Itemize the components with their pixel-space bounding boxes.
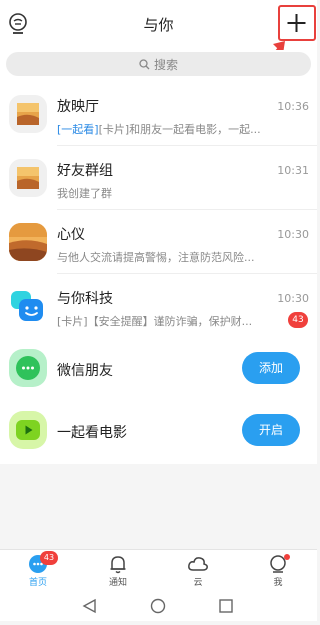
preview-tag: [一起看] [57,123,99,136]
recommendation-name: 微信朋友 [57,363,113,379]
conversation-preview: 我创建了群 [57,187,112,200]
preview-text: [卡片]和朋友一起看电影，一起... [98,123,261,136]
conversation-thumbnail [9,95,47,133]
tab-label: 通知 [108,578,127,588]
bell-icon [110,556,126,574]
conversation-name: 与你科技 [57,291,113,307]
conversation-row[interactable]: 与你科技 [卡片]【安全提醒】谨防诈骗，保护财... 10:30 43 [0,274,317,338]
unread-badge: 43 [288,312,308,328]
plus-icon [287,14,306,32]
page-title: 与你 [143,16,174,34]
conversation-time: 10:30 [277,292,309,305]
conversation-time: 10:30 [277,228,309,241]
conversation-preview: [一起看][卡片]和朋友一起看电影，一起... [57,121,282,137]
wechat-icon [9,349,47,387]
tab-notifications[interactable]: 通知 [93,553,143,588]
recommendation-name: 一起看电影 [57,425,127,441]
conversation-time: 10:31 [277,164,309,177]
tab-home[interactable]: 首页 43 [13,551,63,588]
tab-label: 云 [193,578,203,588]
top-bar: 与你 [0,0,317,104]
system-nav-bar [0,591,317,621]
conversation-thumbnail [9,159,47,197]
bottom-tab-bar: 首页 43 通知 云 我 [0,549,317,592]
notification-dot [284,554,290,560]
play-icon [9,411,47,449]
conversation-preview: [卡片]【安全提醒】谨防诈骗，保护财... [57,315,253,328]
conversation-list: 放映厅 [一起看][卡片]和朋友一起看电影，一起... 10:36 好友群组 我… [0,82,317,464]
app-logo-icon [9,287,47,325]
search-placeholder: 搜索 [153,57,178,72]
tab-label: 首页 [28,578,47,588]
cloud-icon [188,557,208,571]
conversation-avatar [9,223,47,261]
tab-badge: 43 [40,551,58,565]
conversation-name: 放映厅 [57,99,99,115]
recommendation-row: 微信朋友 添加 [0,338,317,400]
search-container: 搜索 [0,50,317,82]
home-icon[interactable] [150,598,166,614]
back-icon[interactable] [82,598,96,614]
search-icon [139,58,150,69]
tab-cloud[interactable]: 云 [173,553,223,588]
add-friend-button[interactable]: 添加 [242,352,300,384]
conversation-row[interactable]: 好友群组 我创建了群 10:31 [0,146,317,210]
tab-label: 我 [273,578,283,588]
conversation-name: 好友群组 [57,163,113,179]
conversation-row[interactable]: 心仪 与他人交流请提高警惕，注意防范风险... 10:30 [0,210,317,274]
add-button[interactable] [278,5,316,41]
recommendation-row: 一起看电影 开启 [0,400,317,464]
search-input[interactable]: 搜索 [6,52,311,76]
enable-button[interactable]: 开启 [242,414,300,446]
conversation-preview: 与他人交流请提高警惕，注意防范风险... [57,251,255,264]
conversation-name: 心仪 [57,227,85,243]
recents-icon[interactable] [219,599,233,613]
conversation-row[interactable]: 放映厅 [一起看][卡片]和朋友一起看电影，一起... 10:36 [0,82,317,146]
tab-me[interactable]: 我 [253,553,303,588]
conversation-time: 10:36 [277,100,309,113]
